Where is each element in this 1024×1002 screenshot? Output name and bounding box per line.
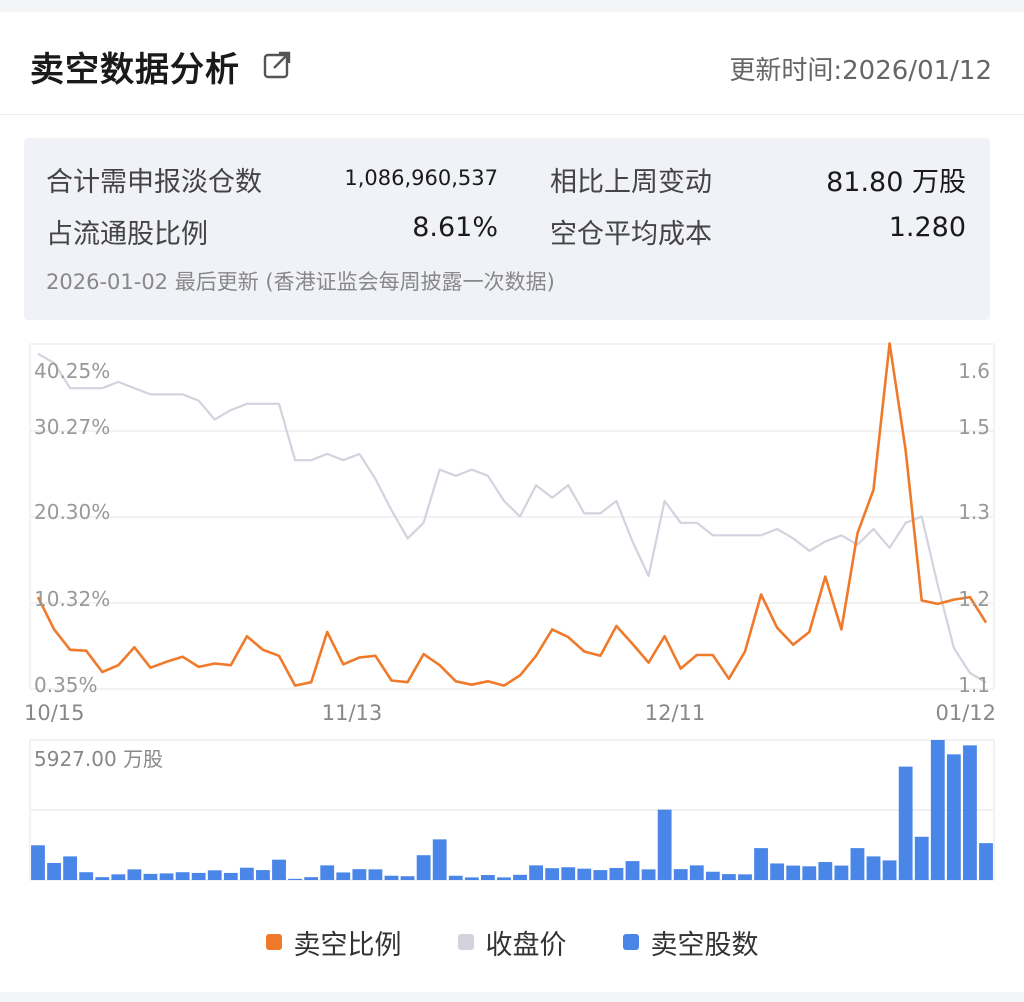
x-tick-label: 12/11 [645, 701, 706, 725]
y-right-tick-label: 1.2 [958, 587, 990, 611]
y-left-tick-label: 10.32% [34, 587, 110, 611]
volume-bar [545, 868, 560, 880]
legend-item-close-price[interactable]: 收盘价 [457, 923, 567, 962]
volume-bar [689, 865, 704, 880]
volume-bar [448, 875, 463, 880]
volume-bar [770, 863, 785, 880]
volume-bar [79, 872, 94, 880]
short-selling-chart: 40.25% 30.27% 20.30% 10.32% 0.35% 1.6 1.5 1.3 1.… [24, 342, 996, 881]
y-left-tick-label: 0.35% [34, 673, 98, 697]
legend-label-close-price: 收盘价 [485, 929, 567, 961]
y-right-tick-label: 1.3 [958, 500, 990, 524]
volume-bar [705, 871, 720, 880]
x-tick-label: 01/12 [935, 701, 996, 725]
volume-bar [143, 873, 158, 880]
volume-bar [111, 874, 126, 880]
legend-item-short-volume[interactable]: 卖空股数 [622, 923, 759, 962]
volume-bar [657, 809, 672, 880]
volume-bar [159, 873, 174, 880]
volume-bar [207, 870, 222, 880]
legend-item-short-ratio[interactable]: 卖空比例 [265, 923, 402, 962]
volume-bar [384, 875, 399, 880]
volume-bar [272, 859, 286, 880]
volume-bar [609, 867, 624, 880]
y-right-tick-label: 1.5 [958, 415, 990, 439]
volume-bar [304, 877, 319, 880]
volume-bar [95, 877, 110, 880]
volume-bar [802, 866, 817, 880]
y-left-tick-label: 40.25% [34, 359, 110, 383]
chart-legend: 卖空比例 收盘价 卖空股数 [0, 920, 1024, 964]
volume-bar [352, 869, 367, 880]
volume-bar [577, 868, 592, 880]
volume-bar [786, 865, 801, 880]
legend-label-short-volume: 卖空股数 [650, 929, 759, 961]
volume-bar [834, 865, 849, 880]
volume-bar [850, 848, 865, 880]
volume-bar [641, 869, 656, 880]
y-right-tick-label: 1.6 [958, 359, 990, 383]
short-ratio-swatch [265, 934, 282, 950]
volume-bar [256, 870, 270, 880]
volume-bar [497, 877, 511, 880]
volume-bar [432, 839, 447, 880]
volume-bar [336, 872, 351, 880]
volume-bar [480, 875, 495, 880]
volume-bar [127, 869, 142, 880]
y-left-tick-label: 20.30% [34, 500, 110, 524]
volume-bar [320, 865, 335, 880]
volume-bar [416, 855, 431, 880]
volume-bar [464, 877, 479, 880]
volume-bar [223, 872, 238, 880]
volume-bar [930, 740, 945, 880]
volume-bar [529, 865, 544, 880]
volume-bar [31, 845, 45, 880]
volume-bar [513, 874, 527, 880]
close-price-swatch [457, 934, 474, 950]
volume-bar [561, 867, 576, 880]
x-tick-label: 11/13 [322, 701, 383, 725]
volume-bar [400, 876, 415, 880]
volume-bar [866, 856, 881, 880]
short-selling-card: 卖空数据分析 更新时间:2026/01/12 合计需申报淡仓数 1,086,96… [0, 12, 1024, 992]
volume-bar [914, 836, 929, 880]
volume-bar [722, 874, 736, 880]
volume-bar [191, 872, 206, 880]
volume-bar [239, 867, 254, 880]
volume-bar [625, 861, 640, 880]
volume-bar [288, 878, 302, 880]
volume-bar [175, 872, 190, 880]
legend-label-short-ratio: 卖空比例 [293, 929, 402, 961]
close-price-line [37, 352, 987, 684]
volume-bar [593, 870, 608, 880]
x-tick-label: 10/15 [24, 701, 85, 725]
volume-bar [738, 874, 752, 880]
volume-bar [63, 856, 78, 880]
volume-bar [946, 754, 961, 880]
volume-bar [368, 869, 383, 880]
volume-bar [673, 869, 688, 880]
y-left-tick-label: 30.27% [34, 415, 110, 439]
volume-bar [979, 843, 993, 880]
short-volume-swatch [622, 934, 639, 950]
volume-bar [882, 860, 897, 880]
volume-max-label: 5927.00 万股 [34, 747, 163, 771]
volume-bar [963, 745, 977, 880]
y-right-tick-label: 1.1 [958, 673, 990, 697]
volume-bar [818, 862, 833, 880]
volume-bar [898, 766, 913, 880]
volume-bar [47, 862, 61, 880]
volume-bar [754, 848, 768, 880]
